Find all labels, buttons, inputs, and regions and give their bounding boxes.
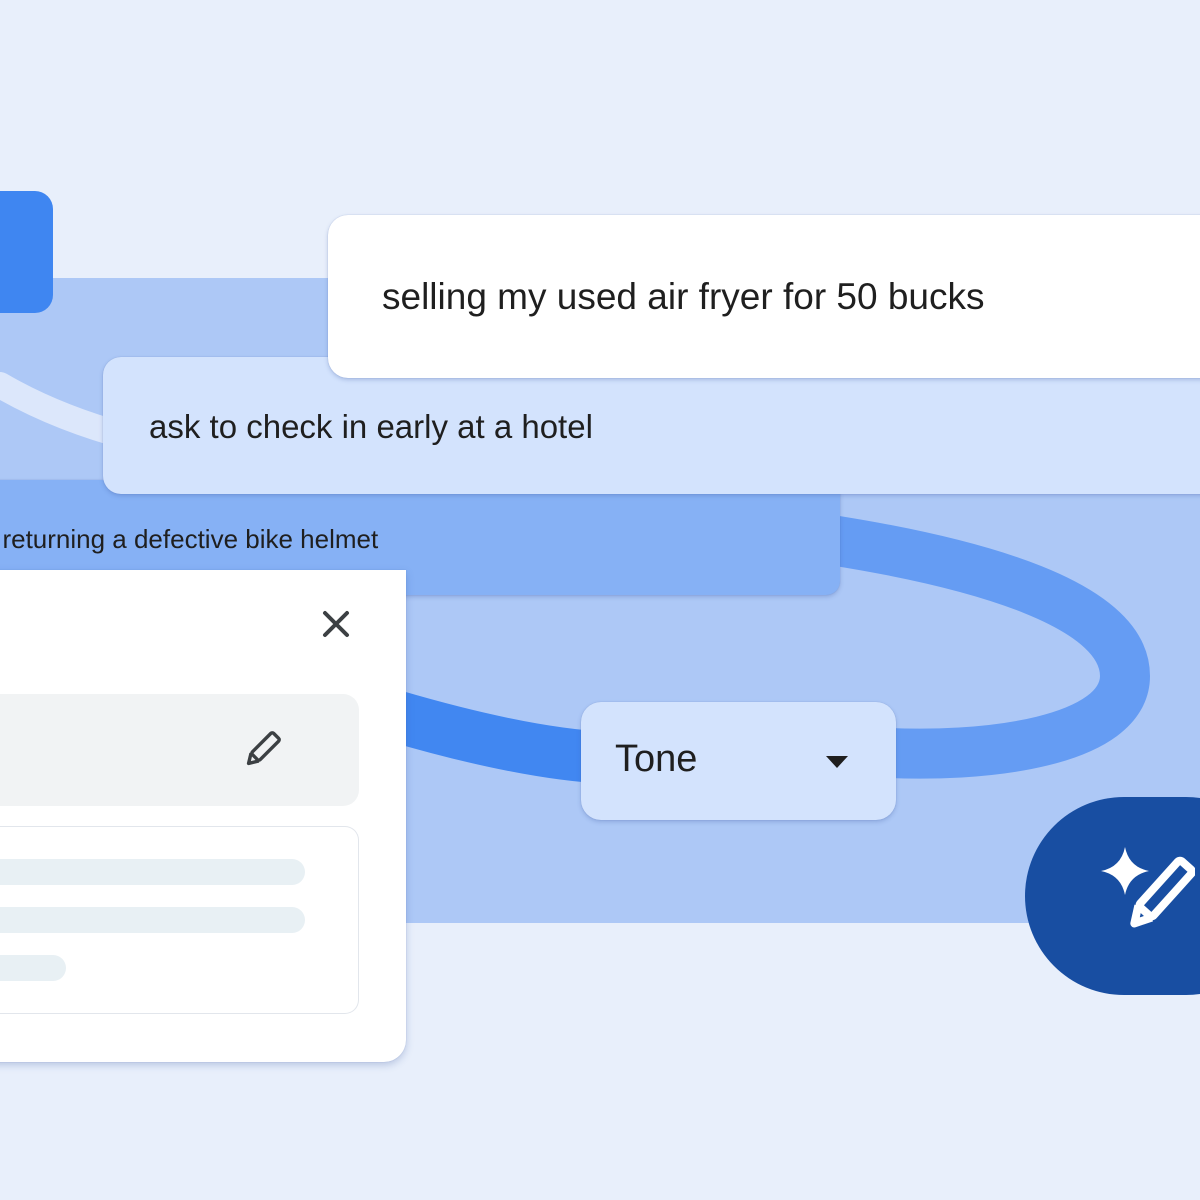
close-icon [323,611,349,637]
sparkle-shape [1101,847,1149,895]
skeleton-line [0,859,305,885]
caret-down-icon [826,756,848,768]
suggestion-text: t returning a defective bike helmet [0,524,379,554]
sparkle-tab-button[interactable] [0,191,53,313]
prompt-field[interactable] [0,694,359,806]
skeleton-line [0,907,305,933]
suggestion-text: selling my used air fryer for 50 bucks [382,276,985,317]
ring-left-arc [387,691,612,784]
tone-dropdown[interactable]: Tone [581,702,896,820]
tone-label: Tone [615,738,698,780]
edit-prompt-button[interactable] [240,728,284,772]
skeleton-line [0,955,66,981]
illustration-canvas: t returning a defective bike helmet ask … [0,0,1200,1200]
suggestion-card-top[interactable]: selling my used air fryer for 50 bucks [328,215,1200,378]
suggestion-text: ask to check in early at a hotel [149,408,593,445]
sparkle-icon [0,233,8,269]
pencil-icon [246,731,281,766]
sparkle-pen-icon [1101,847,1195,928]
close-button[interactable] [318,606,354,642]
generated-draft-preview [0,826,359,1014]
help-me-write-dialog [0,570,406,1062]
